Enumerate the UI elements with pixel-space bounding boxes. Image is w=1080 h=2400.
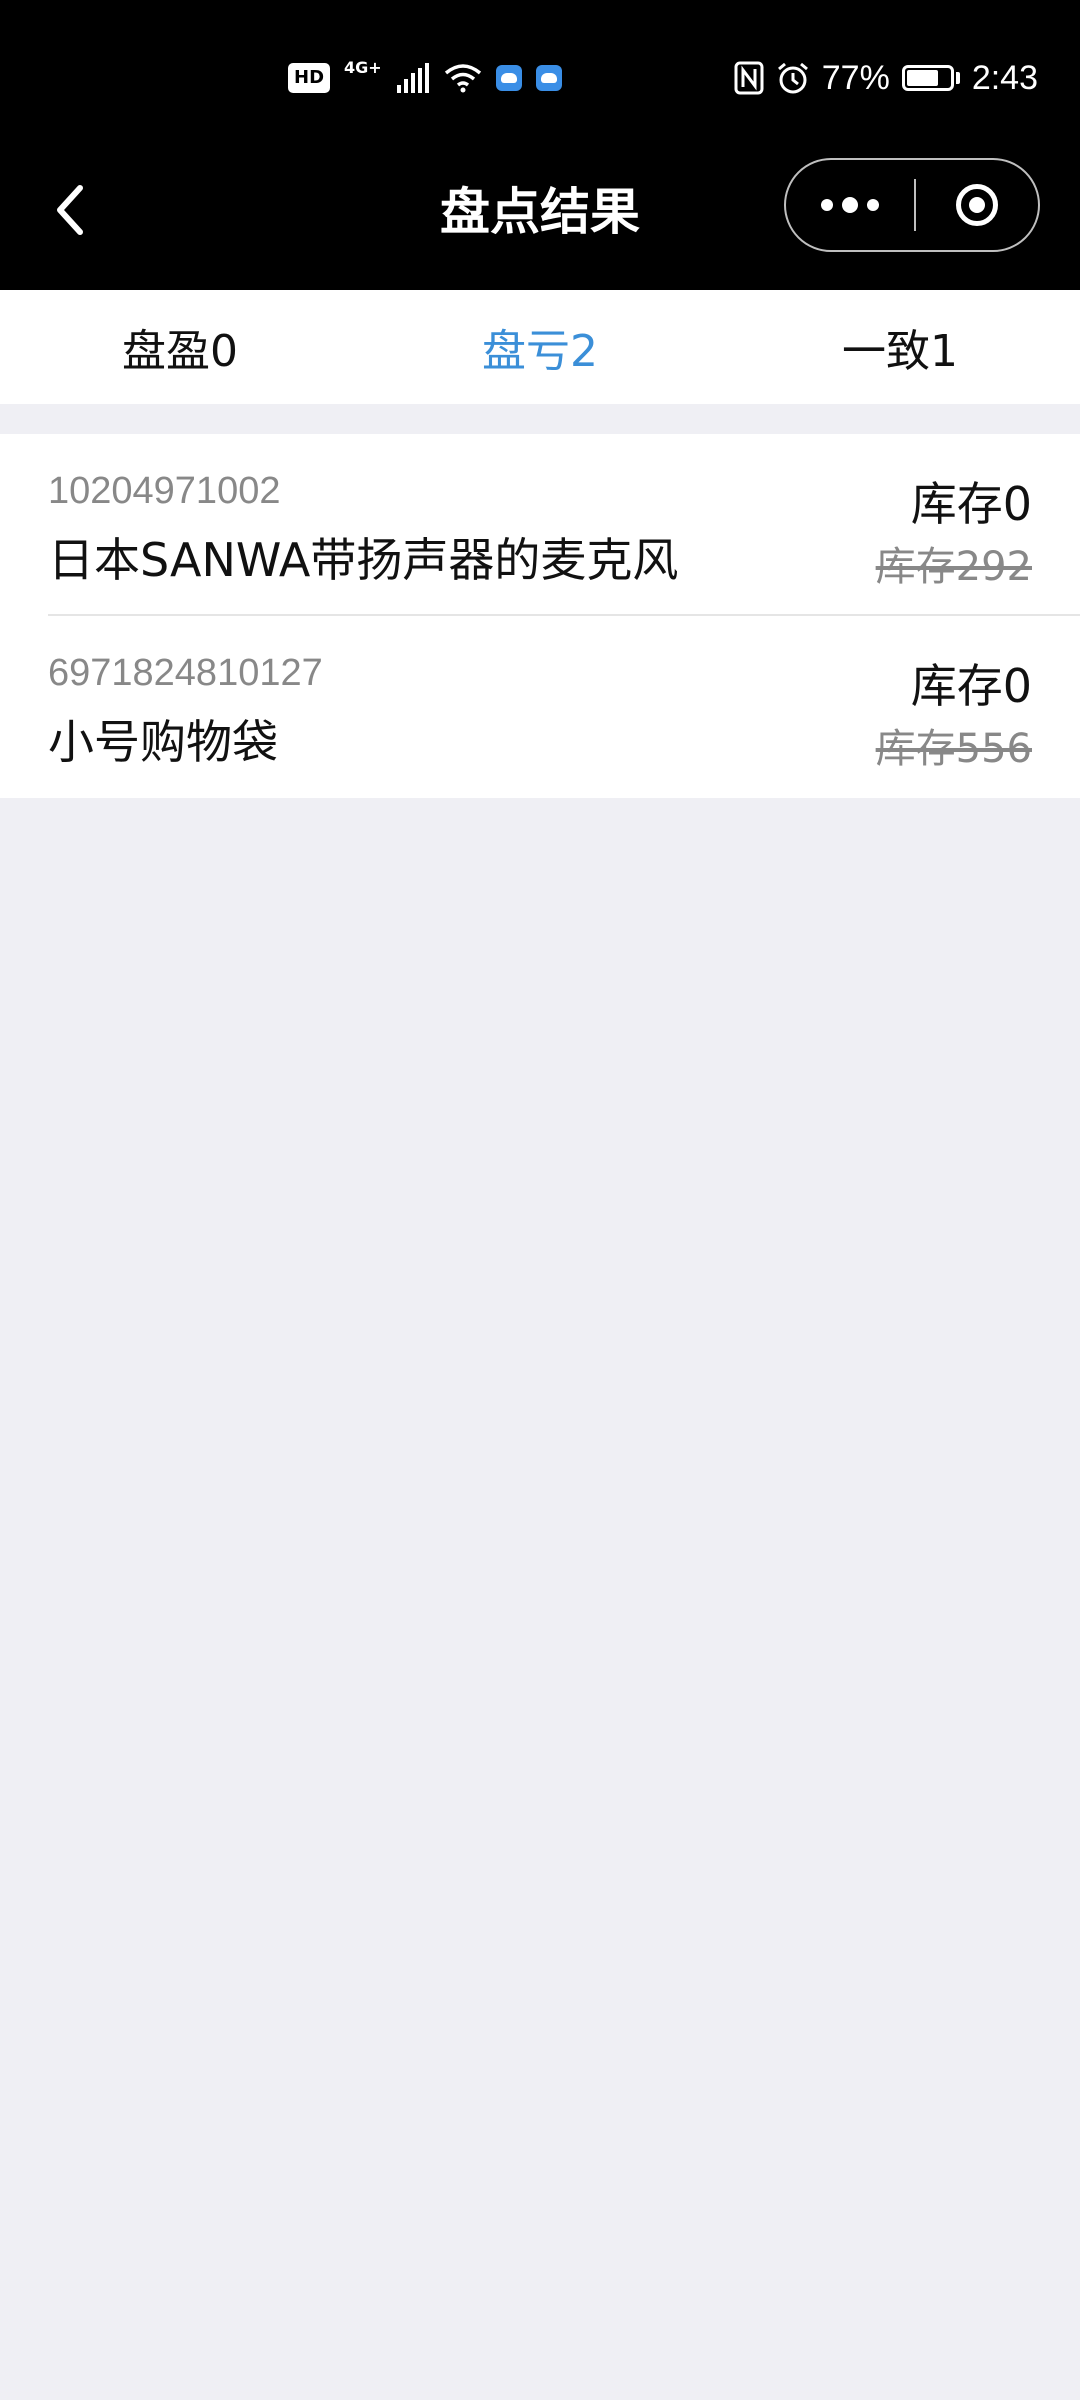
hd-icon: HD [288,63,331,93]
item-code: 6971824810127 [48,652,323,694]
status-left-icons: HD 4G+ [288,56,562,100]
item-old-stock: 库存556 [875,726,1032,772]
app-notification-icon [535,65,562,91]
nfc-icon [734,61,764,95]
battery-percent: 77% [821,58,890,97]
wifi-icon [444,64,481,93]
more-dot-icon [821,199,833,211]
navigation-bar: 盘点结果 [0,140,1080,290]
result-tabs: 盘盈0 盘亏2 一致1 [0,290,1080,404]
tab-shortage[interactable]: 盘亏2 [360,290,720,404]
more-dot-icon [842,197,858,213]
tab-match[interactable]: 一致1 [720,290,1080,404]
item-code: 10204971002 [48,470,281,512]
close-mini-program-button[interactable] [916,160,1038,250]
more-button[interactable] [786,160,914,250]
more-dot-icon [867,199,879,211]
signal-icon [396,63,429,93]
clock: 2:43 [971,58,1038,97]
network-type-label: 4G+ [344,58,382,77]
item-list: 10204971002 日本SANWA带扬声器的麦克风 库存0 库存292 69… [0,434,1080,798]
item-name: 小号购物袋 [48,715,278,769]
battery-icon [901,65,954,91]
item-old-stock: 库存292 [875,544,1032,590]
app-notification-icon [495,65,522,91]
status-right-icons: 77% 2:43 [734,56,1038,100]
status-bar: HD 4G+ 77% 2:43 [0,0,1080,160]
list-item[interactable]: 10204971002 日本SANWA带扬声器的麦克风 库存0 库存292 [0,434,1080,616]
battery-level [906,70,939,86]
alarm-icon [777,62,808,94]
list-item[interactable]: 6971824810127 小号购物袋 库存0 库存556 [0,616,1080,798]
item-stock: 库存0 [910,477,1032,531]
target-icon-core [969,197,985,213]
item-name: 日本SANWA带扬声器的麦克风 [48,533,679,587]
screen: HD 4G+ 77% 2:43 盘点结果 盘盈0 盘亏2 一致1 1020497… [0,0,1080,2400]
mini-program-capsule [784,158,1040,252]
item-stock: 库存0 [910,659,1032,713]
target-icon [956,184,998,226]
tab-surplus[interactable]: 盘盈0 [0,290,360,404]
battery-tip [955,72,960,84]
